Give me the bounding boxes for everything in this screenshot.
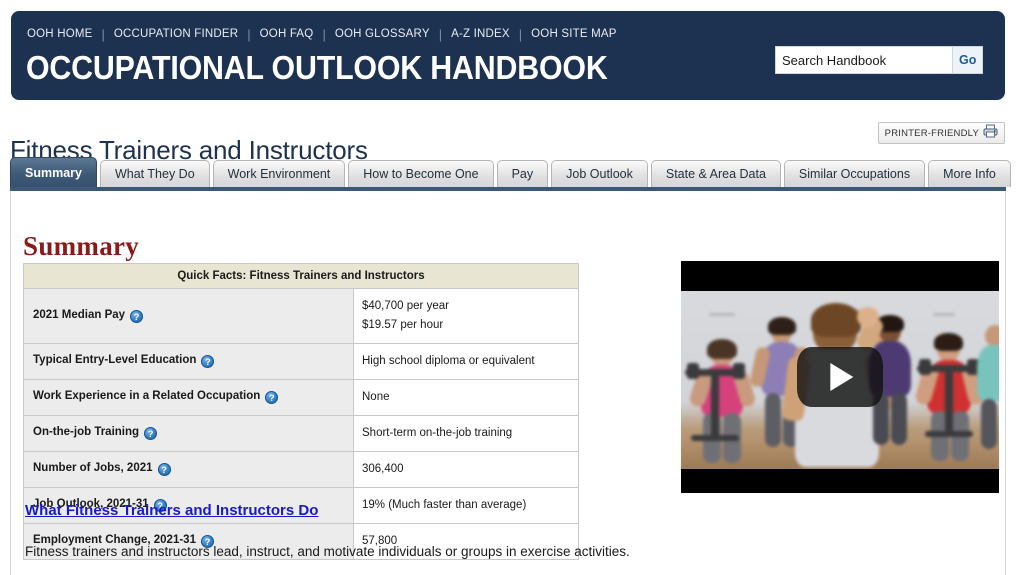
search-box: Go <box>775 46 983 74</box>
nav-link-ooh-home[interactable]: OOH HOME <box>27 28 93 40</box>
nav-separator: | <box>518 26 523 42</box>
help-icon[interactable]: ? <box>157 463 171 477</box>
quick-fact-value-line: $19.57 per hour <box>362 318 444 331</box>
video-player[interactable] <box>681 261 999 493</box>
nav-separator: | <box>101 26 105 42</box>
quick-fact-label: Typical Entry-Level Education? <box>23 342 354 380</box>
table-row: Work Experience in a Related Occupation?… <box>23 378 579 416</box>
quick-fact-label-text: Number of Jobs, 2021 <box>33 462 153 475</box>
tab-what-they-do[interactable]: What They Do <box>99 160 210 187</box>
quick-fact-value: 306,400 <box>353 450 579 488</box>
nav-link-ooh-faq[interactable]: OOH FAQ <box>260 28 314 40</box>
table-row: On-the-job Training? Short-term on-the-j… <box>23 414 579 452</box>
quick-fact-label-text: On-the-job Training <box>33 426 140 439</box>
play-triangle-icon <box>830 363 854 391</box>
quick-fact-label-text: Typical Entry-Level Education <box>33 354 197 367</box>
search-go-button[interactable]: Go <box>952 47 982 73</box>
tab-job-outlook[interactable]: Job Outlook <box>551 160 648 187</box>
content-panel: Summary Quick Facts: Fitness Trainers an… <box>10 191 1006 575</box>
help-icon[interactable]: ? <box>144 427 158 441</box>
site-banner: OOH HOME | OCCUPATION FINDER | OOH FAQ |… <box>11 11 1005 100</box>
table-row: 2021 Median Pay? $40,700 per year $19.57… <box>23 288 579 344</box>
tab-more-info[interactable]: More Info <box>928 160 1011 187</box>
nav-link-occupation-finder[interactable]: OCCUPATION FINDER <box>114 28 238 40</box>
tab-work-environment[interactable]: Work Environment <box>212 160 346 187</box>
help-icon[interactable]: ? <box>265 391 279 405</box>
quick-fact-value: High school diploma or equivalent <box>353 342 579 380</box>
nav-link-ooh-site-map[interactable]: OOH SITE MAP <box>531 28 616 40</box>
quick-facts-caption: Quick Facts: Fitness Trainers and Instru… <box>23 263 579 288</box>
play-button-icon[interactable] <box>797 347 883 407</box>
quick-fact-label-text: 2021 Median Pay <box>33 308 126 321</box>
tab-summary[interactable]: Summary <box>10 157 97 187</box>
tab-how-to-become-one[interactable]: How to Become One <box>348 160 494 187</box>
table-row: Typical Entry-Level Education? High scho… <box>23 342 579 380</box>
tab-state-area-data[interactable]: State & Area Data <box>650 160 781 187</box>
what-they-do-paragraph: Fitness trainers and instructors lead, i… <box>25 543 630 559</box>
section-heading: Summary <box>23 231 140 262</box>
section-tabs: Summary What They Do Work Environment Ho… <box>10 157 1011 191</box>
quick-fact-value-line: $40,700 per year <box>362 300 449 312</box>
printer-friendly-button[interactable]: PRINTER-FRIENDLY <box>877 122 1005 144</box>
nav-separator: | <box>247 26 251 42</box>
quick-fact-label: On-the-job Training? <box>23 414 354 452</box>
what-they-do-link[interactable]: What Fitness Trainers and Instructors Do <box>25 502 318 519</box>
quick-fact-label-text: Work Experience in a Related Occupation <box>33 390 261 403</box>
nav-link-a-z-index[interactable]: A-Z INDEX <box>451 28 510 40</box>
tab-pay[interactable]: Pay <box>496 160 549 187</box>
quick-fact-value: None <box>353 378 579 416</box>
site-title: OCCUPATIONAL OUTLOOK HANDBOOK <box>26 49 608 86</box>
printer-friendly-label: PRINTER-FRIENDLY <box>884 127 979 139</box>
quick-fact-value: Short-term on-the-job training <box>353 414 579 452</box>
search-input[interactable] <box>776 47 952 73</box>
utility-nav: OOH HOME | OCCUPATION FINDER | OOH FAQ |… <box>27 25 617 43</box>
nav-link-ooh-glossary[interactable]: OOH GLOSSARY <box>335 28 430 40</box>
help-icon[interactable]: ? <box>130 309 144 323</box>
quick-fact-label: 2021 Median Pay? <box>23 288 354 344</box>
quick-fact-value: 19% (Much faster than average) <box>353 486 579 524</box>
quick-fact-label: Work Experience in a Related Occupation? <box>23 378 354 416</box>
quick-fact-value: $40,700 per year $19.57 per hour <box>353 288 579 344</box>
quick-fact-label: Number of Jobs, 2021? <box>23 450 354 488</box>
nav-separator: | <box>322 26 326 42</box>
table-row: Number of Jobs, 2021? 306,400 <box>23 450 579 488</box>
nav-separator: | <box>438 26 443 42</box>
tab-similar-occupations[interactable]: Similar Occupations <box>783 160 926 187</box>
help-icon[interactable]: ? <box>201 355 215 369</box>
printer-icon <box>983 124 998 143</box>
